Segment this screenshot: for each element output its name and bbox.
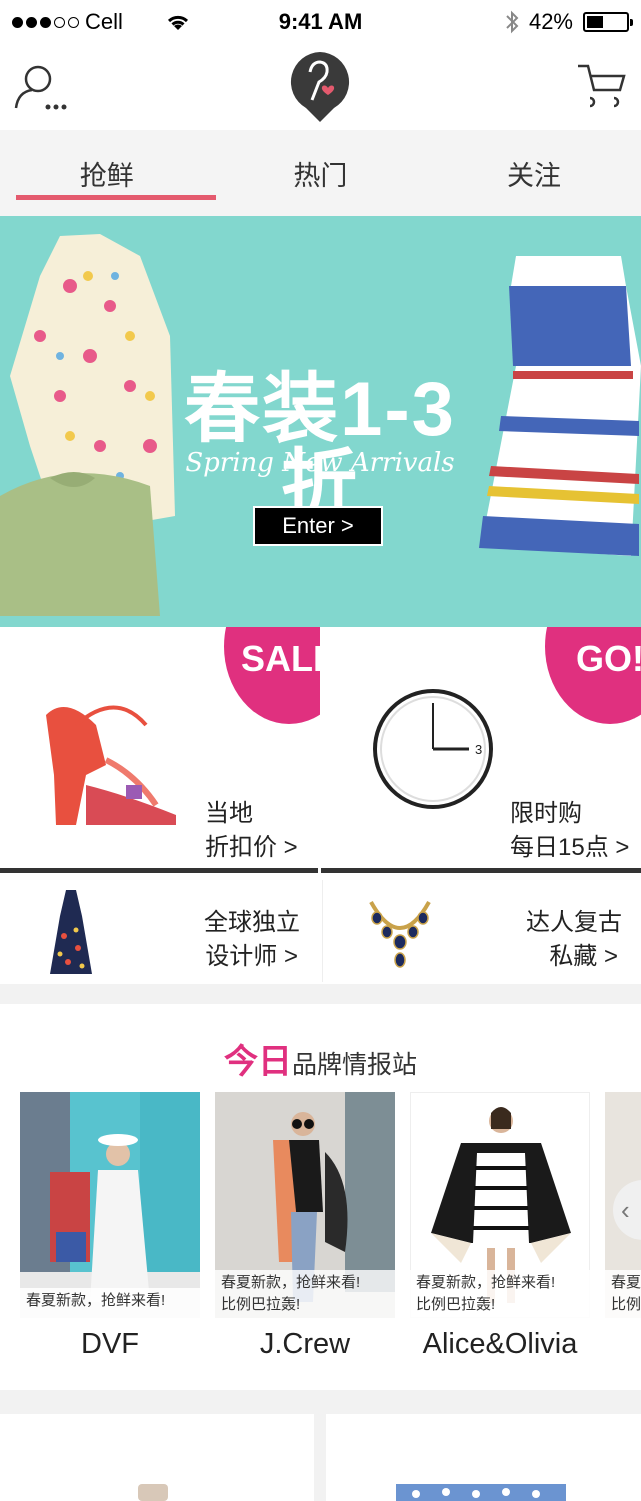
- section-divider: [0, 984, 641, 1004]
- necklace-image: [369, 901, 431, 968]
- heading-text: 品牌情报站: [291, 1051, 417, 1079]
- bluetooth-icon: [506, 10, 519, 34]
- brand-caption-line2: 比例巴拉轰!: [416, 1296, 496, 1313]
- brand-caption-line1: 春夏新款，抢鲜来看!: [26, 1292, 166, 1309]
- brand-section: 今日品牌情报站 春夏新款，抢鲜来看! DVF 春夏新款，抢鲜来看! 比例巴拉轰!…: [0, 1004, 641, 1390]
- brand-caption-line1: 春夏: [611, 1274, 641, 1291]
- battery-level-fill: [587, 16, 603, 28]
- feature-vintage-title: 达人复古: [526, 909, 622, 936]
- dvf-photo: [20, 1092, 200, 1318]
- feature-global-title: 全球独立: [204, 909, 300, 936]
- app-header: [0, 44, 641, 130]
- brand-caption-line2: 比例巴拉轰!: [221, 1296, 301, 1313]
- brand-caption: 春夏新款，抢鲜来看! 比例巴拉轰!: [410, 1270, 590, 1318]
- feature-local-link: 折扣价 >: [205, 834, 298, 861]
- brand-name: J.Crew: [259, 1328, 351, 1360]
- feature-grid-bottom: 全球独立 设计师 > 达人复古 私藏 >: [0, 880, 641, 984]
- go-badge: GO!: [545, 627, 641, 724]
- product-grid: [0, 1414, 641, 1501]
- brand-card-alice-olivia[interactable]: 春夏新款，抢鲜来看! 比例巴拉轰! Alice&Olivia: [410, 1092, 590, 1362]
- brand-card-jcrew[interactable]: 春夏新款，抢鲜来看! 比例巴拉轰! J.Crew: [215, 1092, 395, 1362]
- cart-icon[interactable]: [576, 62, 628, 110]
- battery-icon: [583, 12, 633, 32]
- feature-grid-top: SALE 当地 折扣价 > GO! 3 限时购 每日15点 >: [0, 627, 641, 880]
- svg-text:3: 3: [475, 742, 482, 757]
- tab-remen[interactable]: 热门: [214, 130, 428, 216]
- brand-name: DVF: [81, 1328, 139, 1360]
- clock-icon: 3: [373, 689, 493, 809]
- sandal-image: [46, 705, 176, 825]
- feature-local-title: 当地: [205, 800, 253, 827]
- brand-caption-line2: 比例: [611, 1296, 641, 1313]
- signal-strength-icon: [12, 16, 79, 28]
- brand-caption-line1: 春夏新款，抢鲜来看!: [416, 1274, 556, 1291]
- sale-badge: SALE: [224, 627, 320, 724]
- brand-card-dvf[interactable]: 春夏新款，抢鲜来看! DVF: [20, 1092, 200, 1362]
- wifi-icon: [167, 15, 188, 30]
- brand-caption: 春夏新款，抢鲜来看! 比例巴拉轰!: [215, 1270, 395, 1318]
- banner-enter-button[interactable]: Enter >: [253, 506, 383, 546]
- status-bar: Cell 9:41 AM 42%: [0, 0, 641, 44]
- feature-bar: [0, 868, 318, 873]
- carrier-label: Cell: [85, 9, 123, 34]
- feature-global-link: 设计师 >: [205, 943, 298, 970]
- banner-subtitle: Spring New Arrivals: [185, 448, 455, 478]
- section-divider: [0, 1390, 641, 1414]
- hanger-heart-logo: [290, 52, 350, 122]
- brand-caption-line1: 春夏新款，抢鲜来看!: [221, 1274, 361, 1291]
- tab-guanzhu[interactable]: 关注: [427, 130, 641, 216]
- feature-flash-sale[interactable]: GO! 3 限时购 每日15点 >: [321, 627, 641, 873]
- brand-caption: 春夏新款，抢鲜来看!: [20, 1288, 200, 1318]
- feature-flash-link: 每日15点 >: [510, 834, 630, 861]
- feature-vintage-link: 私藏 >: [549, 943, 618, 970]
- product-image: [138, 1484, 168, 1501]
- dress-image: [50, 890, 92, 974]
- heading-highlight: 今日: [223, 1043, 292, 1081]
- feature-vintage-collection[interactable]: 达人复古 私藏 >: [322, 880, 641, 982]
- brand-section-heading: 今日品牌情报站: [0, 1034, 641, 1083]
- brand-image: [20, 1092, 200, 1318]
- feature-flash-title: 限时购: [510, 800, 582, 827]
- promo-banner[interactable]: 春装1-3折 Spring New Arrivals Enter >: [0, 216, 641, 627]
- product-card[interactable]: [0, 1414, 314, 1501]
- status-time: 9:41 AM: [278, 9, 363, 34]
- feature-bar: [321, 868, 641, 873]
- feature-local-discount[interactable]: SALE 当地 折扣价 >: [0, 627, 320, 873]
- brand-caption: 春夏 比例: [605, 1270, 641, 1318]
- product-card[interactable]: [326, 1414, 641, 1501]
- signal-area: Cell: [12, 9, 191, 35]
- feature-global-designers[interactable]: 全球独立 设计师 >: [0, 880, 320, 982]
- user-more-icon[interactable]: [12, 62, 70, 112]
- product-image: [396, 1484, 566, 1501]
- battery-percent: 42%: [528, 9, 573, 34]
- brand-name: Alice&Olivia: [422, 1328, 578, 1360]
- tab-qiangxian[interactable]: 抢鲜: [0, 130, 216, 216]
- category-tabs: 抢鲜 热门 关注: [0, 130, 641, 216]
- battery-area: 42%: [505, 9, 633, 35]
